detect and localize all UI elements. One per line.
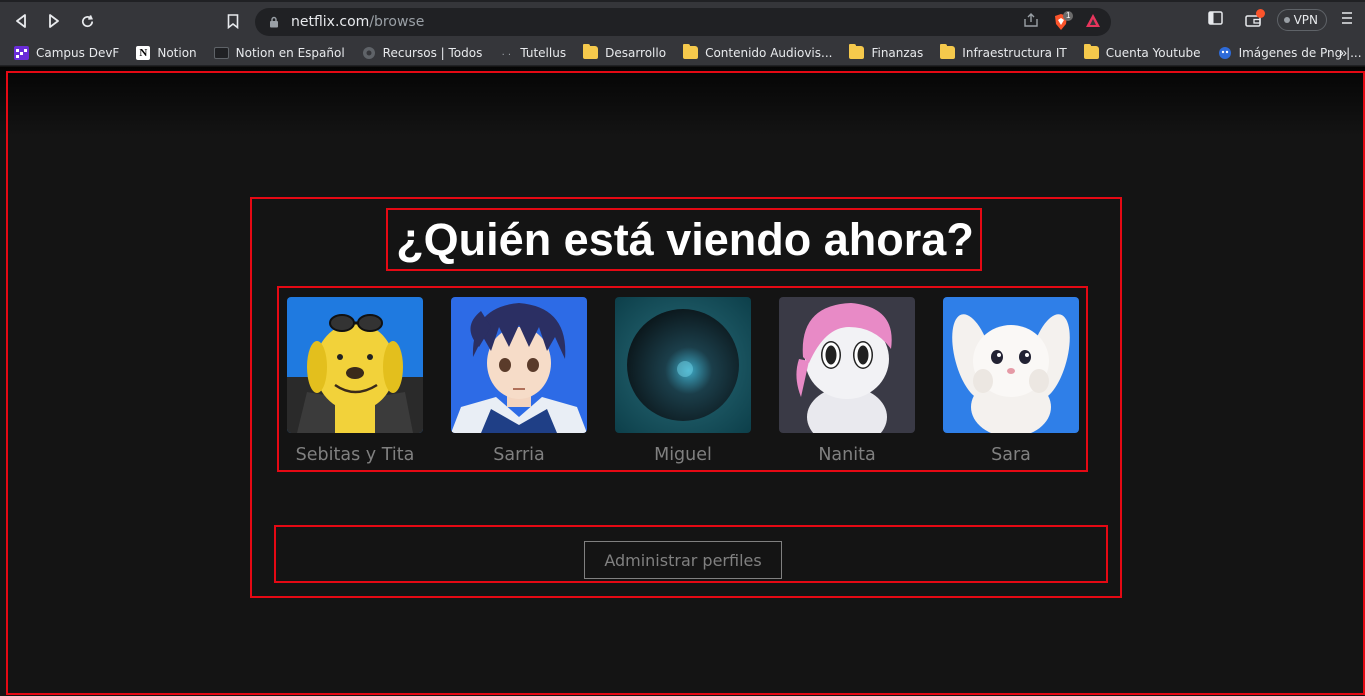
profile-name[interactable]: Nanita — [767, 445, 927, 465]
bookmark-label: Infraestructura IT — [962, 45, 1067, 60]
white-bunny-avatar[interactable] — [943, 297, 1079, 433]
wallet-icon[interactable] — [1244, 9, 1265, 28]
profile-item[interactable]: Miguel — [615, 297, 751, 465]
folder-icon — [683, 44, 699, 59]
png-images-icon — [1218, 46, 1232, 60]
brave-badge: 1 — [1063, 10, 1074, 21]
bookmark-label: Desarrollo — [605, 45, 667, 60]
pink-robot-avatar[interactable] — [779, 297, 915, 433]
vpn-button[interactable]: VPN — [1276, 9, 1327, 31]
profile-name[interactable]: Sara — [931, 445, 1091, 465]
bookmark-item[interactable]: N Notion — [136, 45, 197, 60]
brave-rewards-icon[interactable] — [1085, 13, 1101, 33]
globe-icon — [362, 46, 376, 60]
bookmark-item[interactable]: Cuenta Youtube — [1083, 44, 1201, 60]
bookmark-item[interactable]: Finanzas — [849, 44, 924, 60]
sidebar-icon[interactable] — [1207, 10, 1223, 30]
reload-icon[interactable] — [76, 10, 98, 32]
bookmarks-bar: Campus DevF N Notion Notion en Español R… — [0, 40, 1365, 66]
tutellus-icon: . . — [501, 46, 512, 58]
notion-es-icon — [213, 46, 229, 59]
bookmark-icon[interactable] — [222, 10, 244, 32]
lock-icon — [267, 15, 281, 29]
url-path: /browse — [369, 14, 425, 30]
folder-icon — [849, 44, 865, 59]
manage-profiles-button[interactable]: Administrar perfiles — [584, 541, 782, 579]
wallet-notification-dot — [1255, 9, 1265, 18]
url-domain: netflix.com — [291, 14, 370, 30]
menu-icon[interactable] — [1341, 11, 1353, 30]
yellow-dog-avatar[interactable] — [287, 297, 423, 433]
bookmark-item[interactable]: Desarrollo — [583, 44, 667, 60]
bookmark-item[interactable]: Infraestructura IT — [940, 44, 1067, 60]
profile-name[interactable]: Sarria — [439, 445, 599, 465]
dark-planet-avatar[interactable] — [615, 297, 751, 433]
bookmark-label: Tutellus — [520, 45, 567, 60]
bookmark-label: Finanzas — [871, 45, 924, 60]
bookmark-label: Notion — [157, 45, 197, 60]
back-icon[interactable] — [10, 10, 32, 32]
profile-item[interactable]: Sara — [943, 297, 1079, 465]
bookmark-item[interactable]: Recursos | Todos — [362, 45, 483, 60]
profile-item[interactable]: Sebitas y Tita — [287, 297, 423, 465]
profile-item[interactable]: Nanita — [779, 297, 915, 465]
bookmark-label: Campus DevF — [36, 45, 120, 60]
campus-devf-icon — [14, 45, 29, 60]
url-text: netflix.com/browse — [291, 14, 424, 30]
profile-item[interactable]: Sarria — [451, 297, 587, 465]
more-bookmarks-icon[interactable]: » — [1339, 44, 1347, 60]
bookmark-item[interactable]: Notion en Español — [213, 45, 345, 60]
page-title: ¿Quién está viendo ahora? — [396, 214, 974, 265]
folder-icon — [1083, 44, 1099, 59]
bookmark-label: Recursos | Todos — [382, 45, 483, 60]
bookmark-item[interactable]: . . Tutellus — [499, 45, 567, 60]
brave-shields-icon[interactable]: 1 — [1053, 10, 1074, 33]
notion-icon: N — [136, 45, 151, 60]
share-icon[interactable] — [1023, 12, 1039, 33]
bookmark-label: Notion en Español — [235, 45, 345, 60]
vpn-label: VPN — [1293, 13, 1318, 27]
folder-icon — [940, 44, 956, 59]
forward-icon[interactable] — [43, 10, 65, 32]
folder-icon — [583, 44, 599, 59]
browser-toolbar: netflix.com/browse 1 VPN — [0, 0, 1365, 40]
vpn-status-icon — [1283, 17, 1290, 23]
bookmark-item[interactable]: Contenido Audiovis... — [683, 44, 833, 60]
bookmark-item[interactable]: Campus DevF — [14, 45, 120, 60]
bookmark-label: Contenido Audiovis... — [705, 45, 833, 60]
bookmark-label: Cuenta Youtube — [1105, 45, 1201, 60]
profile-name[interactable]: Miguel — [603, 445, 763, 465]
anime-boy-avatar[interactable] — [451, 297, 587, 433]
profile-name[interactable]: Sebitas y Tita — [275, 445, 435, 465]
address-bar[interactable]: netflix.com/browse 1 — [255, 8, 1111, 36]
